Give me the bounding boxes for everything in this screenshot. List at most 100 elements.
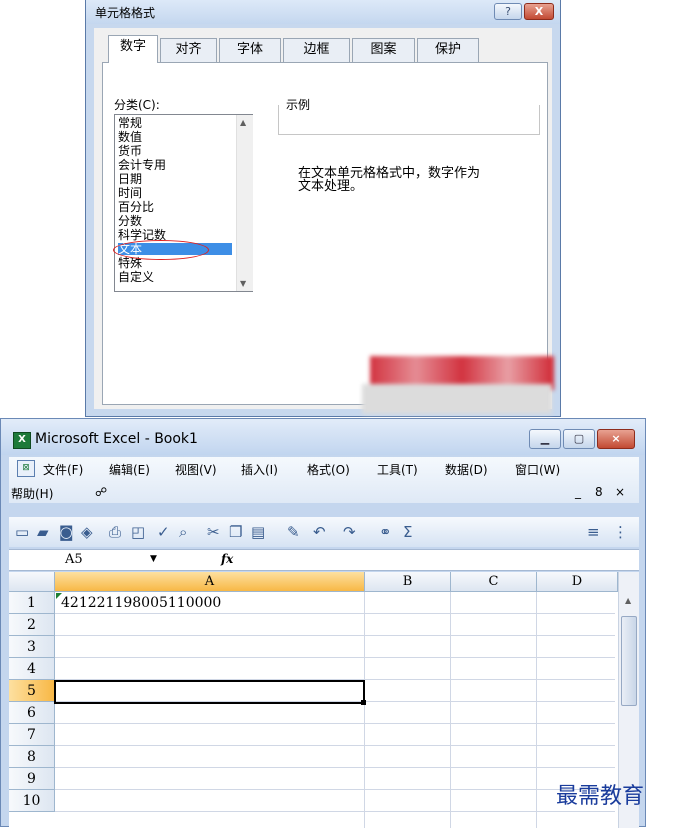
menu-file[interactable]: 文件(F) bbox=[43, 461, 83, 478]
scrollbar-thumb[interactable] bbox=[621, 616, 637, 706]
blurred-overlay bbox=[362, 384, 552, 414]
save-icon[interactable]: ◙ bbox=[59, 523, 74, 541]
copy-icon[interactable]: ❐ bbox=[229, 523, 242, 541]
row-header-2[interactable]: 2 bbox=[9, 614, 55, 636]
formula-bar: A5 ▼ fx bbox=[9, 549, 639, 571]
gridline bbox=[55, 745, 615, 746]
undo-icon[interactable]: ↶ bbox=[313, 523, 326, 541]
mdi-restore-button[interactable]: 8 bbox=[595, 485, 603, 499]
paste-icon[interactable]: ▤ bbox=[251, 523, 265, 541]
category-listbox[interactable]: 常规 数值 货币 会计专用 日期 时间 百分比 分数 科学记数 文本 特殊 自定… bbox=[113, 114, 253, 292]
column-header-d[interactable]: D bbox=[537, 572, 618, 592]
menu-window[interactable]: 窗口(W) bbox=[515, 461, 560, 478]
row-header-4[interactable]: 4 bbox=[9, 658, 55, 680]
tab-protection[interactable]: 保护 bbox=[417, 38, 479, 62]
cut-icon[interactable]: ✂ bbox=[207, 523, 220, 541]
column-header-c[interactable]: C bbox=[451, 572, 537, 592]
watermark-text: 最需教育 bbox=[556, 784, 645, 809]
ime-icon[interactable]: ☍ bbox=[95, 485, 107, 499]
mdi-minimize-button[interactable]: _ bbox=[575, 485, 581, 499]
row-header-6[interactable]: 6 bbox=[9, 702, 55, 724]
menu-view[interactable]: 视图(V) bbox=[175, 461, 217, 478]
format-painter-icon[interactable]: ✎ bbox=[287, 523, 300, 541]
sample-box bbox=[278, 105, 540, 135]
column-header-a[interactable]: A bbox=[55, 572, 365, 592]
row-header-5[interactable]: 5 bbox=[9, 680, 55, 702]
hyperlink-icon[interactable]: ⚭ bbox=[379, 523, 392, 541]
row-header-3[interactable]: 3 bbox=[9, 636, 55, 658]
redo-icon[interactable]: ↷ bbox=[343, 523, 356, 541]
row-header-10[interactable]: 10 bbox=[9, 790, 55, 812]
row-header-7[interactable]: 7 bbox=[9, 724, 55, 746]
scroll-up-icon[interactable]: ▲ bbox=[240, 118, 246, 127]
scroll-down-icon[interactable]: ▼ bbox=[240, 279, 246, 288]
gridline bbox=[55, 767, 615, 768]
workbook-icon[interactable]: ⊠ bbox=[17, 460, 35, 477]
row-header-1[interactable]: 1 bbox=[9, 592, 55, 614]
category-item-time[interactable]: 时间 bbox=[118, 187, 232, 199]
print-preview-icon[interactable]: ◰ bbox=[131, 523, 145, 541]
category-item-date[interactable]: 日期 bbox=[118, 173, 232, 185]
permission-icon[interactable]: ◈ bbox=[81, 523, 93, 541]
dialog-title: 单元格格式 bbox=[95, 6, 156, 20]
menu-edit[interactable]: 编辑(E) bbox=[109, 461, 150, 478]
name-box-value: A5 bbox=[65, 552, 83, 567]
menu-insert[interactable]: 插入(I) bbox=[241, 461, 278, 478]
minimize-button[interactable]: ▁ bbox=[529, 429, 561, 449]
name-box[interactable]: A5 ▼ bbox=[9, 550, 169, 570]
category-item-scientific[interactable]: 科学记数 bbox=[118, 229, 232, 241]
menu-bar: ⊠ 文件(F) 编辑(E) 视图(V) 插入(I) 格式(O) 工具(T) 数据… bbox=[9, 457, 639, 503]
help-button[interactable]: ? bbox=[494, 3, 522, 20]
new-document-icon[interactable]: ▭ bbox=[15, 523, 29, 541]
chevron-down-icon[interactable]: ▼ bbox=[150, 554, 157, 564]
menu-format[interactable]: 格式(O) bbox=[307, 461, 350, 478]
dialog-titlebar[interactable]: 单元格格式 ? X bbox=[86, 0, 560, 24]
category-item-general[interactable]: 常规 bbox=[118, 117, 232, 129]
tab-border[interactable]: 边框 bbox=[283, 38, 350, 62]
category-item-currency[interactable]: 货币 bbox=[118, 145, 232, 157]
tab-alignment[interactable]: 对齐 bbox=[160, 38, 217, 62]
research-icon[interactable]: ⌕ bbox=[179, 523, 187, 541]
toolbar-options-icon[interactable]: ⋮ bbox=[613, 523, 628, 541]
gridline bbox=[55, 635, 615, 636]
menu-tools[interactable]: 工具(T) bbox=[377, 461, 418, 478]
select-all-corner[interactable] bbox=[9, 572, 55, 592]
maximize-button[interactable]: ▢ bbox=[563, 429, 595, 449]
open-folder-icon[interactable]: ▰ bbox=[37, 523, 49, 541]
align-center-icon[interactable]: ≡ bbox=[587, 523, 600, 541]
tab-font[interactable]: 字体 bbox=[219, 38, 281, 62]
category-label: 分类(C): bbox=[114, 98, 160, 112]
worksheet-grid[interactable]: A B C D 1 2 3 4 5 6 7 8 9 10 42122119800… bbox=[9, 572, 639, 828]
dialog-close-button[interactable]: X bbox=[524, 3, 554, 20]
scroll-up-icon[interactable]: ▲ bbox=[625, 596, 631, 605]
window-close-button[interactable]: × bbox=[597, 429, 635, 449]
tab-patterns[interactable]: 图案 bbox=[352, 38, 415, 62]
fill-handle[interactable] bbox=[361, 700, 366, 705]
tab-number[interactable]: 数字 bbox=[108, 35, 158, 63]
excel-app-icon: X bbox=[13, 432, 31, 449]
autosum-icon[interactable]: Σ bbox=[403, 523, 412, 541]
cell-a1[interactable]: 421221198005110000 bbox=[61, 595, 221, 611]
window-title: Microsoft Excel - Book1 bbox=[35, 431, 198, 447]
category-item-number[interactable]: 数值 bbox=[118, 131, 232, 143]
category-item-percentage[interactable]: 百分比 bbox=[118, 201, 232, 213]
row-header-9[interactable]: 9 bbox=[9, 768, 55, 790]
gridline bbox=[450, 592, 451, 828]
gridline bbox=[364, 592, 365, 828]
number-tab-panel: 分类(C): 常规 数值 货币 会计专用 日期 时间 百分比 分数 科学记数 文… bbox=[102, 62, 548, 405]
insert-function-button[interactable]: fx bbox=[221, 552, 233, 566]
gridline bbox=[55, 613, 615, 614]
menu-help[interactable]: 帮助(H) bbox=[11, 485, 53, 502]
active-cell-a5[interactable] bbox=[54, 680, 365, 704]
print-icon[interactable]: ⎙ bbox=[109, 523, 121, 541]
excel-titlebar[interactable]: X Microsoft Excel - Book1 ▁ ▢ × bbox=[1, 419, 645, 455]
row-header-8[interactable]: 8 bbox=[9, 746, 55, 768]
mdi-close-button[interactable]: × bbox=[615, 485, 625, 499]
menu-data[interactable]: 数据(D) bbox=[445, 461, 488, 478]
spelling-icon[interactable]: ✓ bbox=[157, 523, 170, 541]
category-scrollbar[interactable]: ▲ ▼ bbox=[236, 115, 253, 291]
category-item-custom[interactable]: 自定义 bbox=[118, 271, 232, 283]
category-item-fraction[interactable]: 分数 bbox=[118, 215, 232, 227]
column-header-b[interactable]: B bbox=[365, 572, 451, 592]
category-item-accounting[interactable]: 会计专用 bbox=[118, 159, 232, 171]
